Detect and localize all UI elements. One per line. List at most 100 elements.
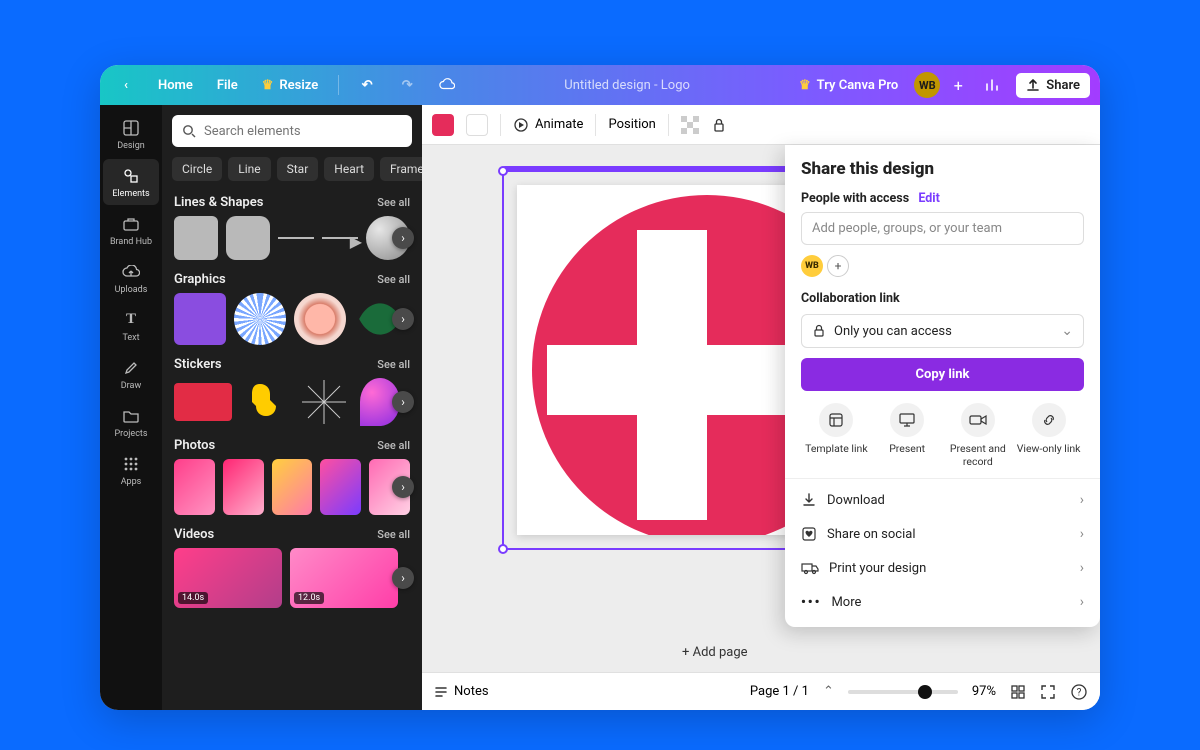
undo-button[interactable]: ↶ [351,73,383,97]
rail-brandhub[interactable]: Brand Hub [103,207,159,253]
chip-heart[interactable]: Heart [324,157,374,181]
shape-arrow[interactable]: ▶ [322,237,358,239]
avatar[interactable]: WB [914,72,940,98]
bg-color-swatch[interactable] [466,114,488,136]
video-thumb[interactable]: 14.0s [174,548,282,608]
lock-icon [812,324,826,338]
zoom-value[interactable]: 97% [972,684,996,699]
row-next[interactable]: › [392,308,414,330]
print-action[interactable]: Print your design› [801,551,1084,585]
add-people-input[interactable]: Add people, groups, or your team [801,212,1084,245]
sticker-thumb[interactable] [240,378,288,426]
row-next[interactable]: › [392,391,414,413]
slider-thumb[interactable] [918,685,932,699]
shapes-icon [121,166,141,186]
app-window: ‹ Home File ♛ Resize ↶ ↷ Untitled design… [100,65,1100,710]
template-link-button[interactable]: Template link [801,403,872,468]
sticker-thumb[interactable] [296,378,352,426]
download-action[interactable]: Download› [801,483,1084,517]
video-duration: 14.0s [178,592,208,604]
chip-line[interactable]: Line [228,157,270,181]
document-title[interactable]: Untitled design - Logo [564,78,690,93]
see-all-link[interactable]: See all [377,196,410,209]
photo-thumb[interactable] [174,459,215,515]
share-social-action[interactable]: Share on social› [801,517,1084,551]
shape-line[interactable] [278,237,314,239]
animate-button[interactable]: Animate [513,117,583,133]
share-button[interactable]: Share [1016,73,1090,98]
lock-button[interactable] [711,117,727,133]
add-page-button[interactable]: + Add page [682,645,748,660]
more-action[interactable]: ••• More› [801,585,1084,619]
try-pro-button[interactable]: ♛ Try Canva Pro [791,74,906,97]
rail-text[interactable]: T Text [103,303,159,349]
checker-icon [681,116,699,134]
notes-button[interactable]: Notes [434,684,489,699]
sticker-thumb[interactable] [174,383,232,421]
share-title: Share this design [801,159,1084,179]
rail-draw[interactable]: Draw [103,351,159,397]
sidebar-rail: Design Elements Brand Hub Uploads T Text… [100,105,162,710]
search-input[interactable] [172,115,412,147]
row-next[interactable]: › [392,227,414,249]
rail-projects[interactable]: Projects [103,399,159,445]
fill-color-swatch[interactable] [432,114,454,136]
photo-thumb[interactable] [320,459,361,515]
row-next[interactable]: › [392,476,414,498]
heart-icon [801,526,817,542]
edit-access-link[interactable]: Edit [918,191,940,206]
back-button[interactable]: ‹ [110,73,142,97]
view-only-link-button[interactable]: View-only link [1013,403,1084,468]
page-indicator[interactable]: Page 1 / 1 [750,684,809,699]
footer-bar: Notes Page 1 / 1 ⌃ 97% ? [422,672,1100,710]
photo-thumb[interactable] [223,459,264,515]
fullscreen-button[interactable] [1040,684,1056,700]
zoom-slider[interactable] [848,690,958,694]
see-all-link[interactable]: See all [377,528,410,541]
see-all-link[interactable]: See all [377,358,410,371]
file-menu[interactable]: File [209,74,246,97]
resize-button[interactable]: ♛ Resize [254,74,326,97]
section-photos: PhotosSee all › [162,432,422,521]
chevron-up-icon[interactable]: ⌃ [823,684,834,699]
search-icon [182,124,196,138]
see-all-link[interactable]: See all [377,273,410,286]
link-icon [1041,412,1057,428]
download-icon [801,492,817,508]
resize-handle-sw[interactable] [498,544,508,554]
add-person-button[interactable]: + [827,255,849,277]
chip-star[interactable]: Star [277,157,319,181]
insights-button[interactable] [976,73,1008,97]
cloud-sync-button[interactable] [431,73,463,97]
graphic-thumb[interactable] [234,293,286,345]
chip-circle[interactable]: Circle [172,157,222,181]
shape-rounded-square[interactable] [226,216,270,260]
add-member-button[interactable]: + [948,72,968,98]
apps-grid-icon [121,454,141,474]
help-button[interactable]: ? [1070,683,1088,701]
rail-uploads[interactable]: Uploads [103,255,159,301]
shape-square[interactable] [174,216,218,260]
avatar[interactable]: WB [801,255,823,277]
graphic-thumb[interactable] [294,293,346,345]
row-next[interactable]: › [392,567,414,589]
copy-link-button[interactable]: Copy link [801,358,1084,391]
present-record-button[interactable]: Present and record [943,403,1014,468]
resize-handle-nw[interactable] [498,166,508,176]
rail-design[interactable]: Design [103,111,159,157]
see-all-link[interactable]: See all [377,439,410,452]
photo-thumb[interactable] [272,459,313,515]
graphic-thumb[interactable] [174,293,226,345]
link-access-select[interactable]: Only you can access ⌄ [801,314,1084,348]
position-button[interactable]: Position [608,117,655,132]
present-button[interactable]: Present [872,403,943,468]
grid-view-button[interactable] [1010,684,1026,700]
rail-elements[interactable]: Elements [103,159,159,205]
separator [668,114,669,136]
home-button[interactable]: Home [150,74,201,97]
video-thumb[interactable]: 12.0s [290,548,398,608]
redo-button[interactable]: ↷ [391,73,423,97]
rail-apps[interactable]: Apps [103,447,159,493]
search-field[interactable] [204,124,402,139]
transparency-button[interactable] [681,116,699,134]
